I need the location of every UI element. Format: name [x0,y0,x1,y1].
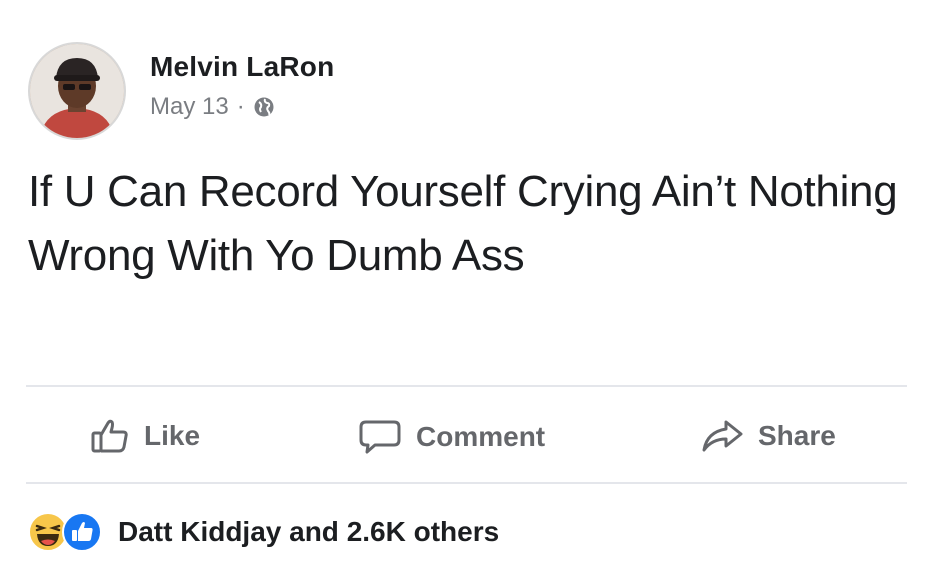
facebook-post: Melvin LaRon May 13 · If U Can Record Yo… [0,0,933,567]
meta-separator: · [236,93,245,120]
reactions-text: Datt Kiddjay and 2.6K others [118,516,500,547]
author-block: Melvin LaRon May 13 · [150,51,334,121]
author-name[interactable]: Melvin LaRon [150,51,334,83]
divider [26,385,907,387]
like-label: Like [144,420,201,451]
avatar[interactable] [28,42,126,140]
divider [26,482,907,484]
reaction-icons [28,510,110,554]
comment-label: Comment [416,421,546,452]
comment-icon [359,420,401,454]
like-reaction-icon [62,512,102,552]
share-button[interactable]: Share [700,418,836,454]
avatar-image [30,44,124,138]
post-meta: May 13 · [150,93,334,121]
reactions-summary[interactable]: Datt Kiddjay and 2.6K others [28,510,499,554]
thumbs-up-icon [91,419,128,453]
like-button[interactable]: Like [90,418,200,454]
post-date[interactable]: May 13 [150,93,229,121]
post-text: If U Can Record Yourself Crying Ain’t No… [28,167,898,280]
post-header: Melvin LaRon May 13 · [28,42,334,140]
comment-button[interactable]: Comment [358,418,545,456]
share-arrow-icon [702,420,743,452]
globe-icon[interactable] [253,96,275,118]
share-label: Share [758,420,836,451]
post-actions: Like Comment Share [0,410,933,466]
